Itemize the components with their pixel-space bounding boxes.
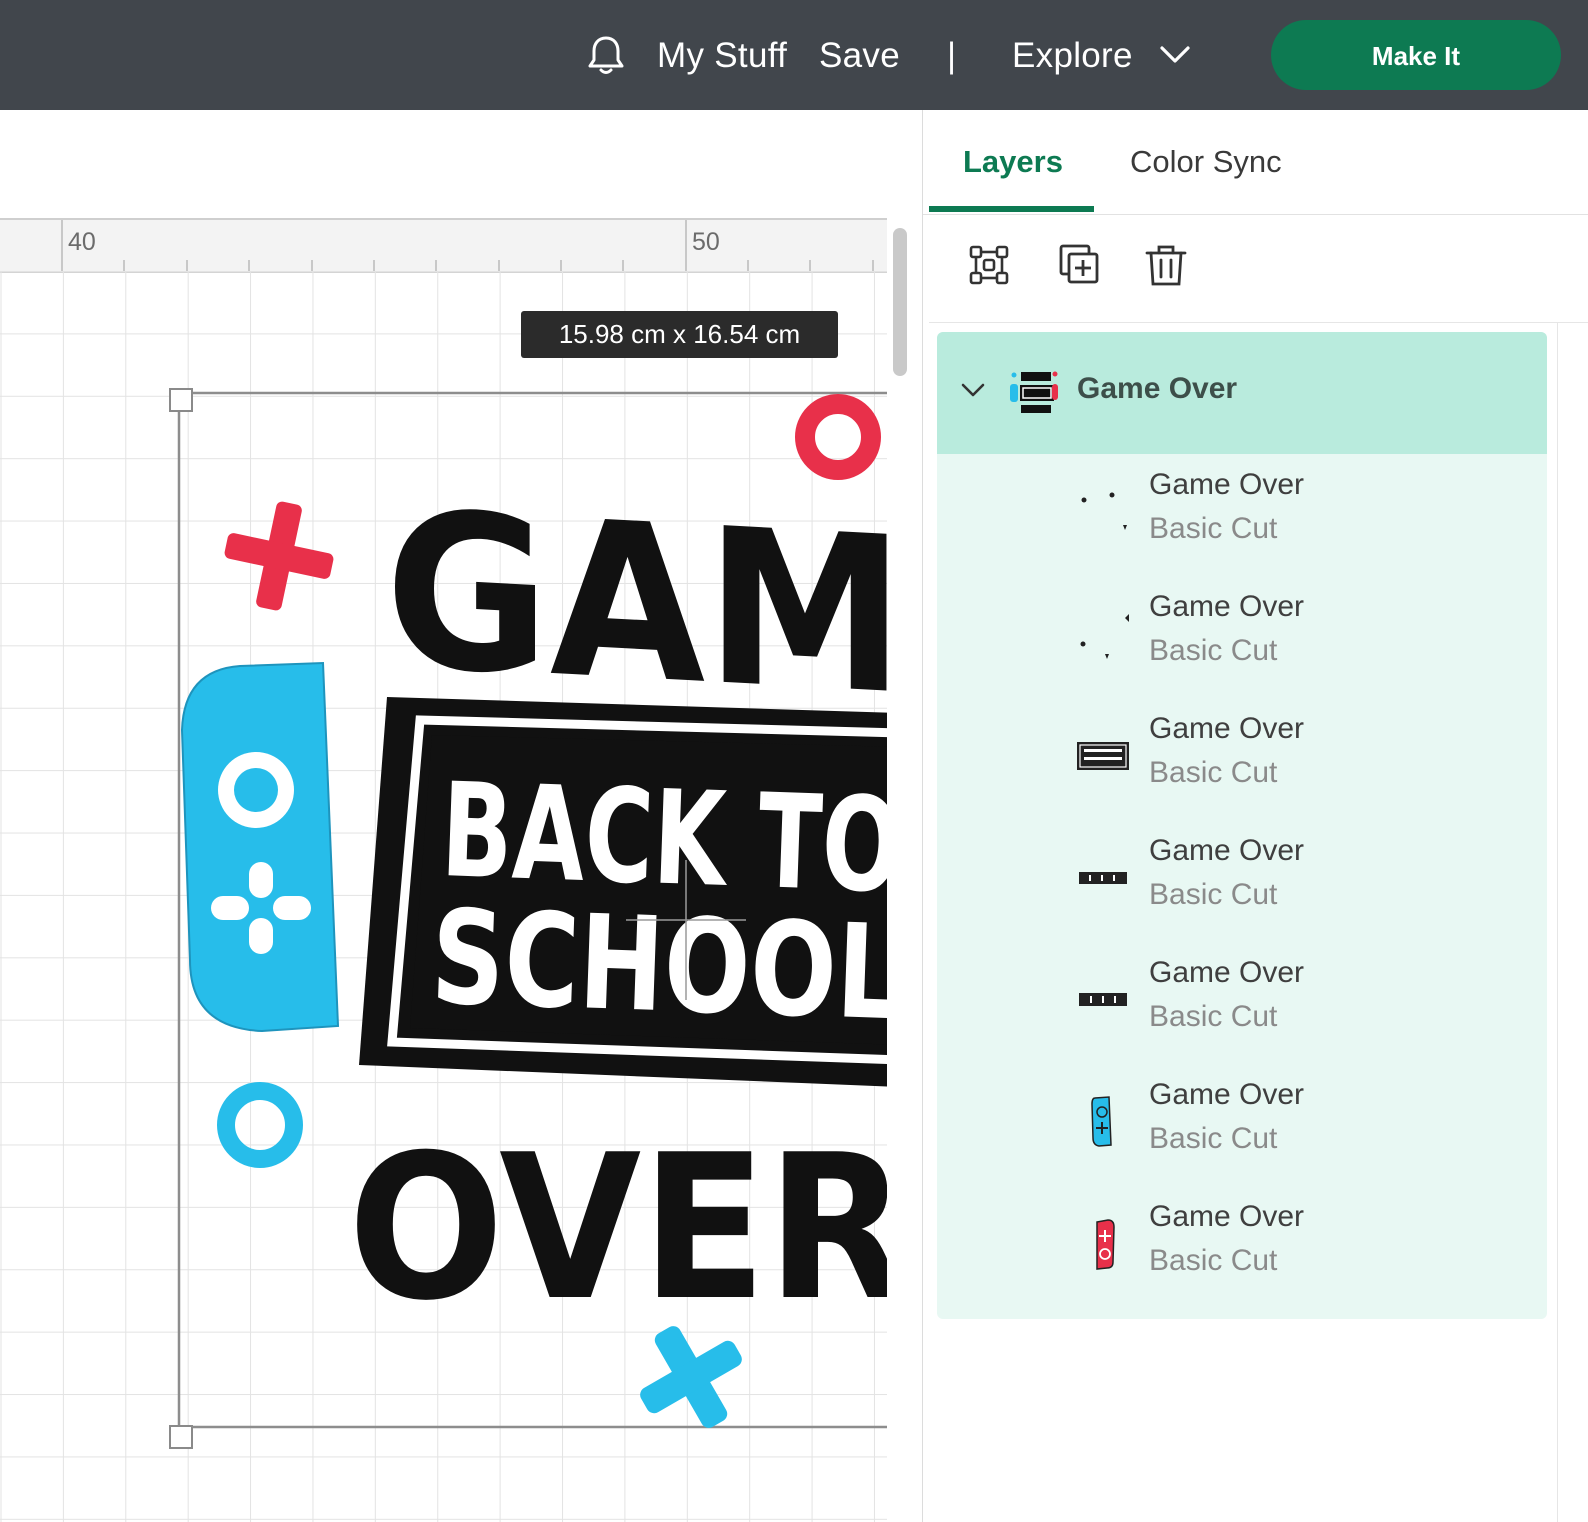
- delete-icon[interactable]: [1142, 242, 1190, 290]
- group-title: Game Over: [1077, 372, 1238, 405]
- group-icon[interactable]: [966, 242, 1014, 290]
- horizontal-ruler: 40 50: [0, 218, 887, 273]
- layer-name: Game Over: [1149, 1200, 1305, 1233]
- dimensions-tooltip: 15.98 cm x 16.54 cm: [521, 311, 838, 358]
- toolbar-divider: [929, 322, 1588, 323]
- vertical-scrollbar[interactable]: [893, 228, 907, 376]
- layer-name: Game Over: [1149, 468, 1305, 501]
- layer-cut-type: Basic Cut: [1149, 512, 1278, 545]
- make-it-button[interactable]: Make It: [1271, 20, 1561, 90]
- layer-name: Game Over: [1149, 834, 1305, 867]
- ruler-label-40: 40: [68, 228, 96, 256]
- layer-group: Game Over Game Over Basic Cut Game Over …: [937, 332, 1547, 1319]
- tab-layers[interactable]: Layers: [963, 140, 1063, 184]
- layer-thumbnail-over: [1079, 872, 1127, 884]
- save-link[interactable]: Save: [819, 34, 900, 78]
- layer-row[interactable]: Game Over Basic Cut: [937, 1064, 1547, 1186]
- layer-thumbnail-dots: [1081, 492, 1127, 530]
- layer-cut-type: Basic Cut: [1149, 1122, 1278, 1155]
- ruler-label-50: 50: [692, 228, 720, 256]
- ruler-ticks: [61, 220, 874, 272]
- layer-row[interactable]: Game Over Basic Cut: [937, 1186, 1547, 1308]
- explore-menu[interactable]: Explore: [1012, 34, 1133, 78]
- resize-handle-bottom-left[interactable]: [169, 1425, 193, 1449]
- layer-cut-type: Basic Cut: [1149, 634, 1278, 667]
- nav-separator: |: [947, 36, 957, 75]
- layer-cut-type: Basic Cut: [1149, 1000, 1278, 1033]
- layer-row[interactable]: Game Over Basic Cut: [937, 576, 1547, 698]
- layer-thumbnail-blue-controller: [1091, 1096, 1112, 1147]
- my-stuff-link[interactable]: My Stuff: [657, 34, 787, 78]
- tab-color-sync[interactable]: Color Sync: [1130, 140, 1282, 184]
- layer-thumbnail-back-to-school: [1077, 742, 1129, 770]
- group-thumbnail: [1010, 371, 1058, 413]
- layer-group-header[interactable]: Game Over: [937, 332, 1547, 454]
- top-bar: My Stuff Save | Explore Make It: [0, 0, 1588, 110]
- layers-panel: Layers Color Sync Game Over Game Over Ba…: [922, 110, 1588, 1522]
- resize-handle-top-left[interactable]: [169, 388, 193, 412]
- bell-icon[interactable]: [584, 33, 628, 77]
- tab-active-indicator: [929, 206, 1094, 212]
- chevron-down-icon[interactable]: [959, 378, 987, 402]
- chevron-down-icon[interactable]: [1157, 40, 1193, 70]
- layer-row[interactable]: Game Over Basic Cut: [937, 698, 1547, 820]
- layer-thumbnail-red-controller: [1096, 1219, 1115, 1270]
- layer-thumbnail-game: [1079, 993, 1127, 1006]
- layer-thumbnail-dots: [1080, 614, 1129, 659]
- tabs-divider: [923, 214, 1588, 215]
- canvas-scroll-track: [887, 218, 922, 1522]
- layer-cut-type: Basic Cut: [1149, 756, 1278, 789]
- layer-name: Game Over: [1149, 590, 1305, 623]
- layer-cut-type: Basic Cut: [1149, 878, 1278, 911]
- duplicate-icon[interactable]: [1055, 242, 1103, 290]
- layer-name: Game Over: [1149, 712, 1305, 745]
- layer-row[interactable]: Game Over Basic Cut: [937, 942, 1547, 1064]
- layer-row[interactable]: Game Over Basic Cut: [937, 454, 1547, 576]
- canvas-grid[interactable]: [0, 271, 887, 1522]
- layer-name: Game Over: [1149, 956, 1305, 989]
- layer-row[interactable]: Game Over Basic Cut: [937, 820, 1547, 942]
- layer-cut-type: Basic Cut: [1149, 1244, 1278, 1277]
- layer-name: Game Over: [1149, 1078, 1305, 1111]
- panel-scroll-rail: [1557, 322, 1558, 1522]
